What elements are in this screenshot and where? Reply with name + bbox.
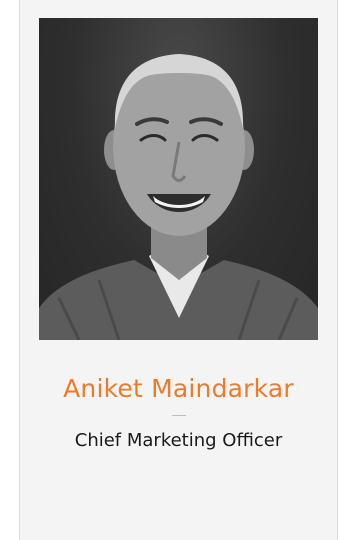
name-divider — [171, 415, 186, 416]
profile-card: Aniket Maindarkar Chief Marketing Office… — [19, 0, 338, 540]
profile-photo — [39, 18, 318, 340]
person-name: Aniket Maindarkar — [63, 374, 294, 403]
person-title: Chief Marketing Officer — [74, 430, 283, 451]
person-portrait-icon — [39, 54, 318, 340]
